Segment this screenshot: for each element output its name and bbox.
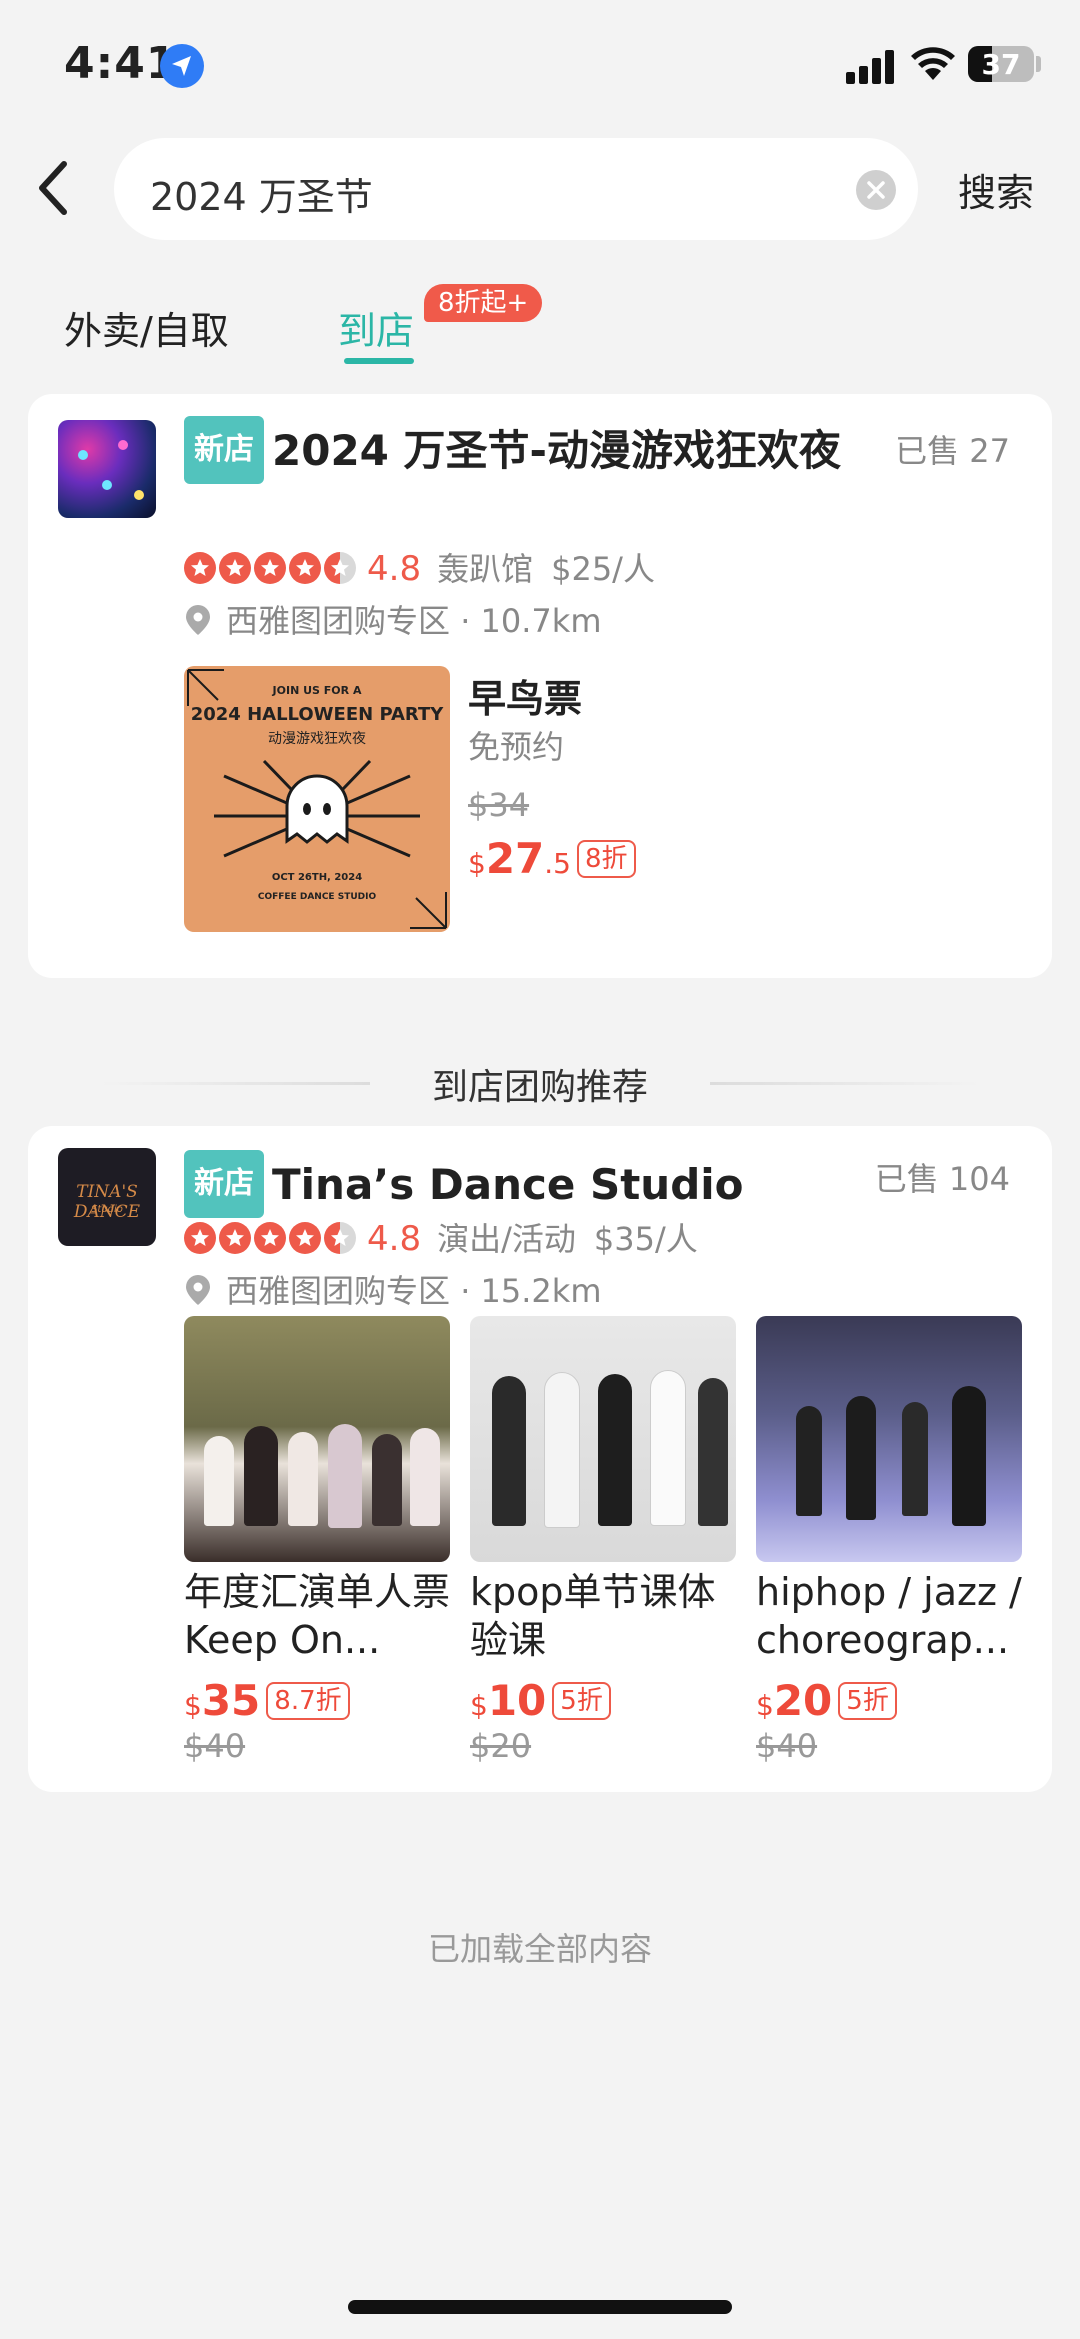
distance: · 15.2km	[460, 1272, 602, 1310]
status-bar: 4:41 37	[0, 0, 1080, 130]
search-button[interactable]: 搜索	[958, 162, 1034, 217]
end-of-list-text: 已加载全部内容	[427, 1930, 652, 1968]
divider	[710, 1082, 980, 1085]
deal-price: $27.5 8折	[468, 834, 636, 883]
discount-tag: 8折	[577, 840, 636, 878]
tab-active-indicator	[344, 358, 414, 364]
deal-note: 免预约	[468, 728, 565, 766]
shop-logo: TINA'S DANCE Studio	[58, 1148, 156, 1246]
discount-tag: 5折	[838, 1682, 897, 1720]
shop-name: Tina’s Dance Studio	[272, 1160, 744, 1209]
discount-tag: 5折	[552, 1682, 611, 1720]
product-price: $20 5折	[756, 1676, 1022, 1725]
location-arrow-icon	[160, 44, 204, 88]
poster-subtitle: 动漫游戏狂欢夜	[268, 731, 366, 747]
star-rating-icon	[184, 1222, 359, 1262]
product-name: hiphop / jazz / choreograp...	[756, 1570, 1022, 1662]
rating-value: 4.8	[367, 1219, 422, 1259]
poster-date: OCT 26TH, 2024	[271, 872, 363, 883]
rating-row: 4.8 演出/活动 $35/人	[184, 1214, 698, 1262]
product-image	[184, 1316, 450, 1562]
poster-venue: COFFEE DANCE STUDIO	[257, 892, 377, 902]
shop-title[interactable]: 新店 Tina’s Dance Studio	[184, 1150, 874, 1218]
shop-category: 轰趴馆	[437, 550, 534, 588]
battery-icon: 37	[968, 46, 1034, 82]
star-rating-icon	[184, 552, 359, 592]
sold-count: 已售 27	[895, 432, 1010, 470]
sold-count: 已售 104	[874, 1160, 1010, 1198]
search-input[interactable]: 2024 万圣节	[114, 138, 918, 240]
original-price: $40	[184, 1727, 246, 1765]
price-per-person: $35/人	[593, 1220, 698, 1258]
product-price: $35 8.7折	[184, 1676, 450, 1725]
discount-tag: 8.7折	[266, 1682, 350, 1720]
discount-badge: 8折起+	[424, 284, 543, 322]
currency-symbol: $	[468, 847, 486, 880]
battery-level: 37	[981, 48, 1021, 81]
area-name: 西雅图团购专区	[226, 602, 451, 640]
location-row: 西雅图团购专区 · 15.2km	[184, 1266, 601, 1312]
logo-text: TINA'S DANCE	[73, 1182, 141, 1222]
cellular-signal-icon	[846, 48, 898, 84]
shop-card[interactable]: TINA'S DANCE Studio 新店 Tina’s Dance Studi…	[28, 1126, 1052, 1792]
poster-join-text: JOIN US FOR A	[272, 684, 362, 697]
product-image	[756, 1316, 1022, 1562]
product-item[interactable]: kpop单节课体验课 $10 5折 $20	[470, 1316, 736, 1765]
tab-takeout[interactable]: 外卖/自取	[64, 300, 229, 355]
product-name: kpop单节课体验课	[470, 1570, 716, 1662]
poster-title: 2024 HALLOWEEN PARTY	[190, 704, 444, 725]
deal-name[interactable]: 早鸟票	[468, 668, 582, 723]
shop-category: 演出/活动	[437, 1220, 576, 1258]
price-per-person: $25/人	[551, 550, 655, 588]
original-price: $34	[468, 786, 530, 824]
rating-row: 4.8 轰趴馆 $25/人	[184, 544, 655, 592]
map-pin-icon	[186, 605, 210, 635]
tab-instore[interactable]: 到店	[338, 300, 414, 355]
product-image	[470, 1316, 736, 1562]
shop-title[interactable]: 新店 2024 万圣节-动漫游戏狂欢夜	[184, 416, 874, 484]
search-query: 2024 万圣节	[150, 175, 373, 219]
product-name: 年度汇演单人票 Keep On...	[184, 1570, 450, 1662]
clear-icon[interactable]	[856, 170, 896, 210]
original-price: $40	[756, 1727, 818, 1765]
shop-thumbnail	[58, 420, 156, 518]
shop-card[interactable]: 新店 2024 万圣节-动漫游戏狂欢夜 已售 27 4.8 轰趴馆 $25/人 西雅图…	[28, 394, 1052, 978]
rating-value: 4.8	[367, 549, 422, 589]
map-pin-icon	[186, 1275, 210, 1305]
price-integer: 27	[485, 834, 545, 883]
original-price: $20	[470, 1727, 532, 1765]
product-item[interactable]: 年度汇演单人票 Keep On... $35 8.7折 $40	[184, 1316, 450, 1765]
logo-subtext: Studio	[91, 1204, 123, 1215]
back-button[interactable]	[34, 160, 84, 220]
new-shop-tag: 新店	[184, 416, 264, 484]
location-row: 西雅图团购专区 · 10.7km	[184, 596, 601, 642]
product-price: $10 5折	[470, 1676, 736, 1725]
wifi-icon	[911, 47, 955, 80]
deal-poster-image[interactable]: JOIN US FOR A 2024 HALLOWEEN PARTY 动漫游戏狂…	[184, 666, 450, 932]
price-decimal: .5	[544, 847, 571, 880]
chevron-left-icon	[39, 161, 67, 215]
product-item[interactable]: hiphop / jazz / choreograp... $20 5折 $40	[756, 1316, 1022, 1765]
distance: · 10.7km	[460, 602, 602, 640]
new-shop-tag: 新店	[184, 1150, 264, 1218]
area-name: 西雅图团购专区	[226, 1272, 451, 1310]
home-indicator[interactable]	[348, 2300, 732, 2314]
shop-name: 2024 万圣节-动漫游戏狂欢夜	[272, 426, 841, 475]
